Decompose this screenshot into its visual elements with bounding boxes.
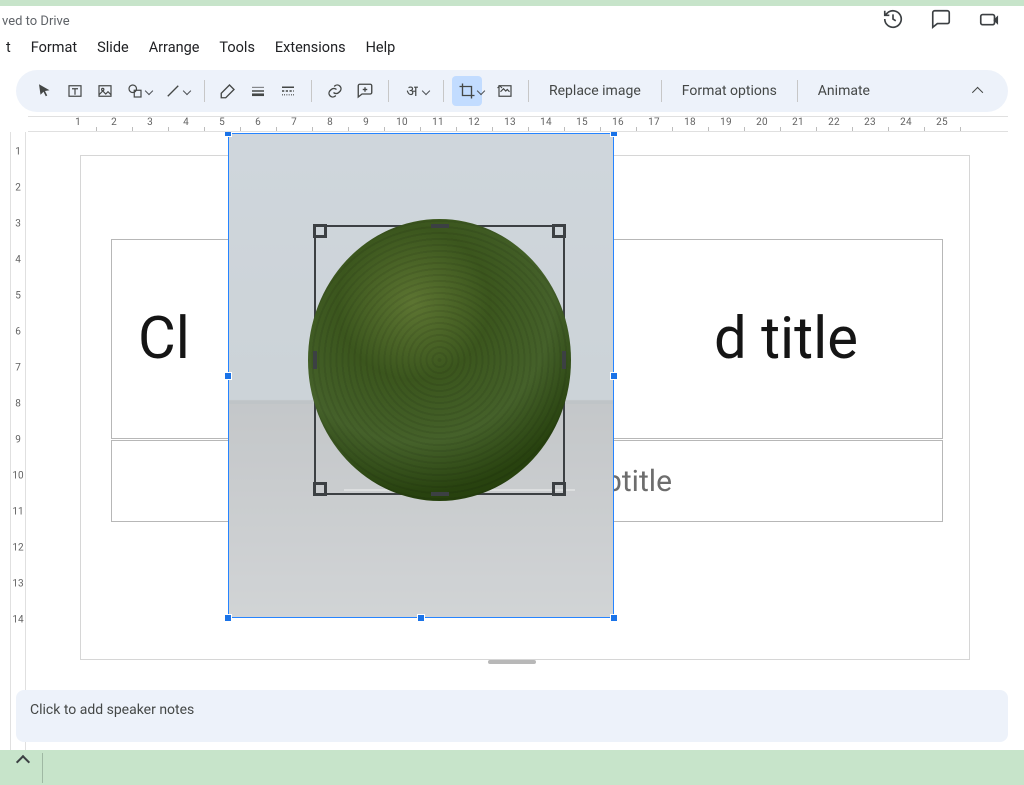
border-color-button[interactable] (213, 76, 243, 106)
menu-bar: t Format Slide Arrange Tools Extensions … (0, 36, 1024, 66)
title-text-left: Cl (138, 305, 190, 373)
vertical-ruler[interactable]: 1234567891011121314 (10, 132, 26, 750)
ruler-tick: 1 (11, 147, 25, 158)
ruler-tick: 7 (291, 117, 297, 128)
ruler-tick: 4 (183, 117, 189, 128)
border-weight-button[interactable] (243, 76, 273, 106)
ruler-tick: 2 (11, 183, 25, 194)
ruler-tick: 18 (684, 117, 696, 128)
separator (528, 80, 529, 102)
ruler-tick: 9 (363, 117, 369, 128)
expand-panel-icon[interactable] (16, 755, 30, 769)
animate-button[interactable]: Animate (806, 77, 882, 105)
header-action-icons (882, 8, 1006, 34)
separator (661, 80, 662, 102)
ruler-tick: 11 (11, 507, 25, 518)
speaker-notes[interactable]: Click to add speaker notes (16, 690, 1008, 742)
collapse-toolbar-button[interactable] (964, 76, 994, 106)
image-tool-button[interactable] (90, 76, 120, 106)
resize-handle-tl[interactable] (224, 132, 232, 137)
border-dash-button[interactable] (273, 76, 303, 106)
divider (42, 753, 43, 783)
ruler-tick: 12 (11, 543, 25, 554)
menu-item-format[interactable]: Format (23, 35, 85, 60)
ruler-tick: 23 (864, 117, 876, 128)
ruler-tick: 6 (11, 327, 25, 338)
horizontal-ruler[interactable]: 1234567891011121314151617181920212223242… (28, 116, 1008, 132)
menu-item-extensions[interactable]: Extensions (267, 35, 354, 60)
ruler-tick: 9 (11, 435, 25, 446)
notes-divider[interactable] (488, 660, 536, 664)
history-icon[interactable] (882, 8, 904, 34)
reset-image-button[interactable] (490, 76, 520, 106)
ruler-tick: 21 (792, 117, 804, 128)
ruler-tick: 5 (11, 291, 25, 302)
canvas-area[interactable]: Cl d title C subtitle (28, 132, 1008, 750)
resize-handle-tr[interactable] (610, 132, 618, 137)
selected-image[interactable] (228, 133, 614, 618)
ruler-tick: 8 (11, 399, 25, 410)
ruler-tick: 12 (468, 117, 480, 128)
resize-handle-ml[interactable] (224, 372, 232, 380)
workspace: 1234567891011121314151617181920212223242… (0, 116, 1024, 750)
insert-link-button[interactable] (320, 76, 350, 106)
save-status: ved to Drive (0, 14, 70, 29)
ruler-tick: 15 (576, 117, 588, 128)
ruler-tick: 8 (327, 117, 333, 128)
ruler-tick: 16 (612, 117, 624, 128)
menu-item-arrange[interactable]: Arrange (141, 35, 208, 60)
resize-handle-bl[interactable] (224, 614, 232, 622)
resize-handle-mb[interactable] (417, 614, 425, 622)
ruler-tick: 22 (828, 117, 840, 128)
app-frame: ved to Drive t Format Slide Arrange Tool… (0, 6, 1024, 750)
toolbar: अ Replace image Format options Animate (16, 70, 1008, 112)
ruler-tick: 6 (255, 117, 261, 128)
ruler-tick: 14 (11, 615, 25, 626)
ruler-tick: 4 (11, 255, 25, 266)
separator (388, 80, 389, 102)
ruler-tick: 2 (111, 117, 117, 128)
ruler-tick: 7 (11, 363, 25, 374)
ruler-tick: 10 (396, 117, 408, 128)
ruler-tick: 14 (540, 117, 552, 128)
menu-item-tools[interactable]: Tools (211, 35, 263, 60)
comments-icon[interactable] (930, 8, 952, 34)
ruler-tick: 20 (756, 117, 768, 128)
image-content (229, 134, 613, 617)
header-strip: ved to Drive (0, 6, 1024, 36)
separator (204, 80, 205, 102)
menu-item-cut[interactable]: t (4, 35, 19, 60)
menu-item-slide[interactable]: Slide (89, 35, 137, 60)
ruler-tick: 25 (936, 117, 948, 128)
select-tool-button[interactable] (30, 76, 60, 106)
resize-handle-mr[interactable] (610, 372, 618, 380)
ruler-tick: 1 (75, 117, 81, 128)
bottom-strip (0, 751, 1024, 785)
ruler-tick: 11 (432, 117, 444, 128)
ruler-tick: 3 (11, 219, 25, 230)
ruler-tick: 17 (648, 117, 660, 128)
format-options-button[interactable]: Format options (670, 77, 789, 105)
ruler-tick: 3 (147, 117, 153, 128)
present-icon[interactable] (978, 10, 1006, 32)
add-comment-button[interactable] (350, 76, 380, 106)
ruler-tick: 13 (504, 117, 516, 128)
speaker-notes-placeholder: Click to add speaker notes (30, 702, 194, 718)
ruler-tick: 13 (11, 579, 25, 590)
menu-item-help[interactable]: Help (358, 35, 404, 60)
resize-handle-br[interactable] (610, 614, 618, 622)
separator (311, 80, 312, 102)
ruler-tick: 10 (11, 471, 25, 482)
ruler-tick: 19 (720, 117, 732, 128)
text-box-tool-button[interactable] (60, 76, 90, 106)
ruler-tick: 24 (900, 117, 912, 128)
title-text-right: d title (714, 305, 858, 373)
ruler-tick: 5 (219, 117, 225, 128)
replace-image-button[interactable]: Replace image (537, 77, 653, 105)
separator (443, 80, 444, 102)
separator (797, 80, 798, 102)
